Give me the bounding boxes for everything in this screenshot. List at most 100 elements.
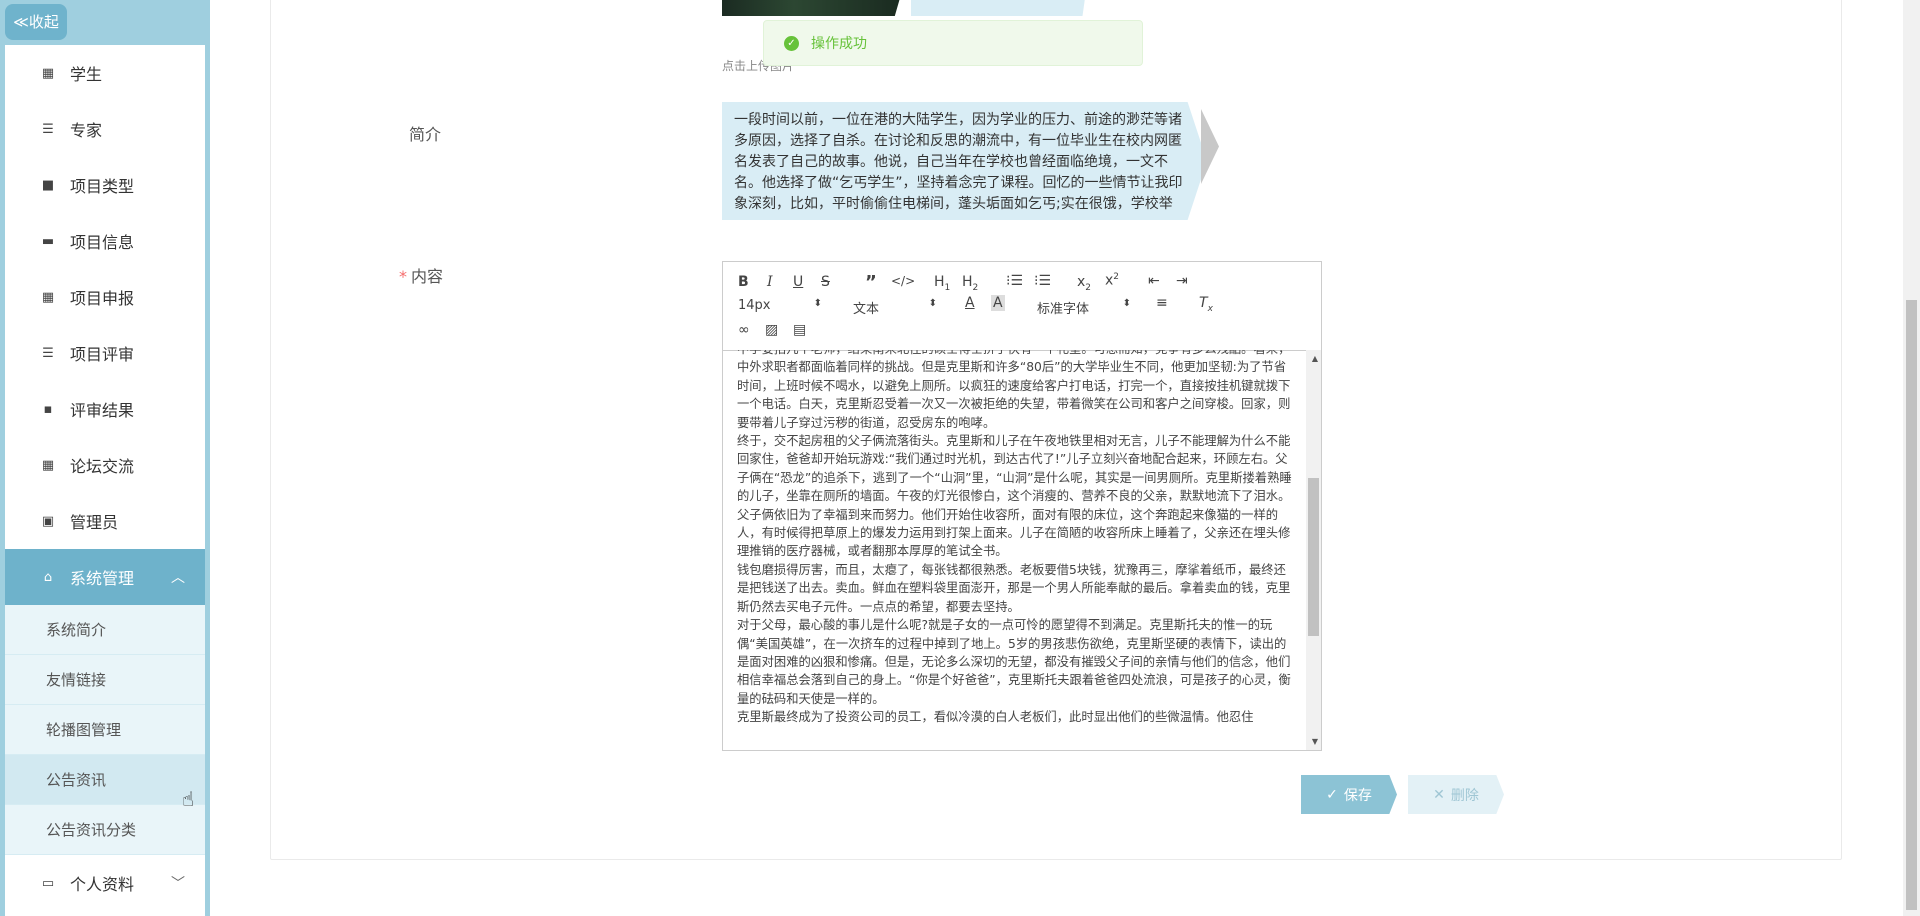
header1-icon[interactable]: H1 — [934, 274, 950, 293]
select-arrows-icon: ⬍ — [1122, 298, 1131, 309]
select-arrows-icon: ⬍ — [813, 298, 822, 309]
sidebar-item-project-types[interactable]: ■ 项目类型 — [5, 157, 205, 213]
bullet-list-icon[interactable]: ⁝☰ — [1034, 273, 1051, 289]
sidebar-item-project-info[interactable]: ▬ 项目信息 — [5, 213, 205, 269]
content-label-text: 内容 — [411, 267, 444, 286]
editor-paragraph: 钱包磨损得厉害，而且，太瘪了，每张钱都很熟悉。老板要借5块钱，犹豫再三，摩挲着纸… — [737, 562, 1291, 614]
intro-textarea[interactable]: 一段时间以前，一位在港的大陆学生，因为学业的压力、前途的渺茫等诸多原因，选择了自… — [722, 102, 1207, 220]
sidebar-item-project-apply[interactable]: ▦ 项目申报 — [5, 269, 205, 325]
hand-cursor-icon: ☝ — [182, 787, 195, 811]
header-type-value: 文本 — [853, 302, 880, 317]
success-toast: ✓ 操作成功 — [763, 20, 1143, 66]
editor-toolbar: B I U S ” </> H1 H2 ⁝☰ ⁝☰ x2 x2 ⇤ ⇥ 14px… — [723, 262, 1321, 351]
font-size-select[interactable]: 14px ⬍ — [738, 298, 822, 313]
briefcase-icon: ■ — [41, 177, 55, 193]
sidebar-item-label: 项目信息 — [70, 233, 135, 252]
scroll-up-icon[interactable]: ▲ — [1312, 354, 1318, 363]
save-button[interactable]: ✓ 保存 — [1301, 775, 1397, 814]
sidebar-item-label: 项目申报 — [70, 289, 135, 308]
sidebar-subitem-notices[interactable]: 公告资讯 — [5, 755, 205, 805]
select-arrows-icon: ⬍ — [928, 298, 937, 309]
sidebar-subitem-notice-categories[interactable]: 公告资讯分类 — [5, 805, 205, 855]
outdent-icon[interactable]: ⇤ — [1148, 273, 1160, 289]
sidebar-item-label: 个人资料 — [70, 875, 135, 894]
superscript-icon[interactable]: x2 — [1105, 272, 1119, 289]
sidebar-item-admin[interactable]: ▣ 管理员 — [5, 493, 205, 549]
editor-content[interactable]: 中学要招几个老师，结果南来北往的硕士博士挤了快有一个礼堂。可想而知，竞争有多么残… — [723, 350, 1307, 750]
sidebar-item-label: 专家 — [70, 121, 103, 140]
image-icon[interactable]: ▨ — [765, 322, 778, 338]
sidebar-item-label: 系统管理 — [70, 569, 135, 588]
video-icon[interactable]: ▤ — [793, 322, 806, 338]
italic-icon[interactable]: I — [767, 274, 773, 290]
page-scrollbar-thumb[interactable] — [1906, 300, 1917, 910]
sidebar-subitem-system-intro[interactable]: 系统简介 — [5, 605, 205, 655]
sidebar-item-forum[interactable]: ▦ 论坛交流 — [5, 437, 205, 493]
delete-label: 删除 — [1450, 787, 1479, 804]
ordered-list-icon[interactable]: ⁝☰ — [1006, 273, 1023, 289]
house-icon: ⌂ — [43, 569, 53, 585]
sidebar-item-review-results[interactable]: ▪ 评审结果 — [5, 381, 205, 437]
editor-scrollbar[interactable]: ▲ ▼ — [1306, 350, 1321, 750]
toast-text: 操作成功 — [811, 36, 867, 52]
list-icon: ☰ — [42, 345, 54, 361]
sidebar-item-profile[interactable]: ▭ 个人资料 ﹀ — [5, 855, 205, 911]
bold-icon[interactable]: B — [738, 274, 749, 290]
blockquote-icon[interactable]: ” — [865, 272, 877, 293]
sidebar-item-project-review[interactable]: ☰ 项目评审 — [5, 325, 205, 381]
intro-decoration — [1201, 109, 1219, 184]
sidebar-subitem-friend-links[interactable]: 友情链接 — [5, 655, 205, 705]
subscript-icon[interactable]: x2 — [1077, 274, 1091, 293]
check-circle-icon: ✓ — [784, 35, 799, 51]
collapse-button[interactable]: ≪收起 — [5, 4, 67, 40]
font-family-select[interactable]: 标准字体 ⬍ — [1037, 298, 1131, 317]
rich-text-editor[interactable]: B I U S ” </> H1 H2 ⁝☰ ⁝☰ x2 x2 ⇤ ⇥ 14px… — [722, 261, 1322, 751]
scroll-down-icon[interactable]: ▼ — [1312, 737, 1318, 746]
clipboard-icon: ▣ — [41, 513, 55, 529]
strikethrough-icon[interactable]: S — [821, 274, 830, 290]
sidebar-item-system[interactable]: ⌂ 系统管理 ︿ — [5, 549, 205, 605]
sidebar-item-experts[interactable]: ☰ 专家 — [5, 101, 205, 157]
font-size-value: 14px — [738, 298, 771, 313]
header2-icon[interactable]: H2 — [962, 274, 978, 293]
link-icon[interactable]: ∞ — [738, 322, 750, 338]
font-family-value: 标准字体 — [1037, 302, 1090, 317]
content-label: * 内容 — [399, 263, 443, 287]
sidebar-item-label: 项目评审 — [70, 345, 135, 364]
sidebar-item-label: 论坛交流 — [70, 457, 135, 476]
intro-label: 简介 — [409, 125, 442, 144]
grid-icon: ▦ — [41, 289, 55, 305]
required-mark: * — [399, 267, 407, 286]
grid-icon: ▦ — [41, 457, 55, 473]
font-color-icon[interactable]: A — [965, 295, 975, 311]
monitor-icon: ▬ — [41, 233, 55, 249]
sidebar-menu: ▦ 学生 ☰ 专家 ■ 项目类型 ▬ 项目信息 ▦ 项目申报 ☰ 项目评审 ▪ 评审结果 ▦ 论… — [5, 45, 205, 916]
sidebar-item-label: 管理员 — [70, 513, 119, 532]
chevron-down-icon: ﹀ — [171, 876, 185, 892]
comment-icon: ▪ — [43, 401, 53, 417]
id-card-icon: ▭ — [41, 875, 55, 891]
editor-paragraph: 终于，交不起房租的父子俩流落街头。克里斯和儿子在午夜地铁里相对无言，儿子不能理解… — [737, 434, 1292, 504]
uploaded-image-thumbnail[interactable] — [722, 0, 902, 16]
sidebar-subitem-carousel[interactable]: 轮播图管理 — [5, 705, 205, 755]
close-icon: ✕ — [1433, 786, 1445, 803]
code-block-icon[interactable]: </> — [891, 274, 915, 288]
sidebar-divider — [206, 0, 210, 916]
underline-icon[interactable]: U — [793, 274, 803, 290]
editor-paragraph: 对于父母，最心酸的事儿是什么呢?就是子女的一点可怜的愿望得不到满足。克里斯托夫的… — [737, 618, 1291, 706]
sidebar-item-label: 评审结果 — [70, 401, 135, 420]
align-icon[interactable]: ≡ — [1156, 295, 1168, 311]
upload-image-area[interactable] — [911, 0, 1086, 16]
delete-button[interactable]: ✕ 删除 — [1408, 775, 1504, 814]
sidebar-item-students[interactable]: ▦ 学生 — [5, 45, 205, 101]
page-scrollbar[interactable] — [1903, 0, 1920, 916]
background-color-icon[interactable]: A — [991, 295, 1005, 311]
form-panel: 点击上传图片 简介 一段时间以前，一位在港的大陆学生，因为学业的压力、前途的渺茫… — [270, 0, 1842, 860]
clear-format-icon[interactable]: Tx — [1199, 295, 1213, 314]
sidebar: ≪收起 ▦ 学生 ☰ 专家 ■ 项目类型 ▬ 项目信息 ▦ 项目申报 ☰ 项目评审 ▪ 评审结… — [0, 0, 210, 916]
indent-icon[interactable]: ⇥ — [1176, 273, 1188, 289]
header-type-select[interactable]: 文本 ⬍ — [853, 298, 937, 317]
list-icon: ☰ — [42, 121, 54, 137]
editor-paragraph: 父子俩依旧为了幸福到来而努力。他们开始住收容所，面对有限的床位，这个奔跑起来像猫… — [737, 507, 1291, 559]
editor-scrollbar-thumb[interactable] — [1308, 478, 1319, 636]
